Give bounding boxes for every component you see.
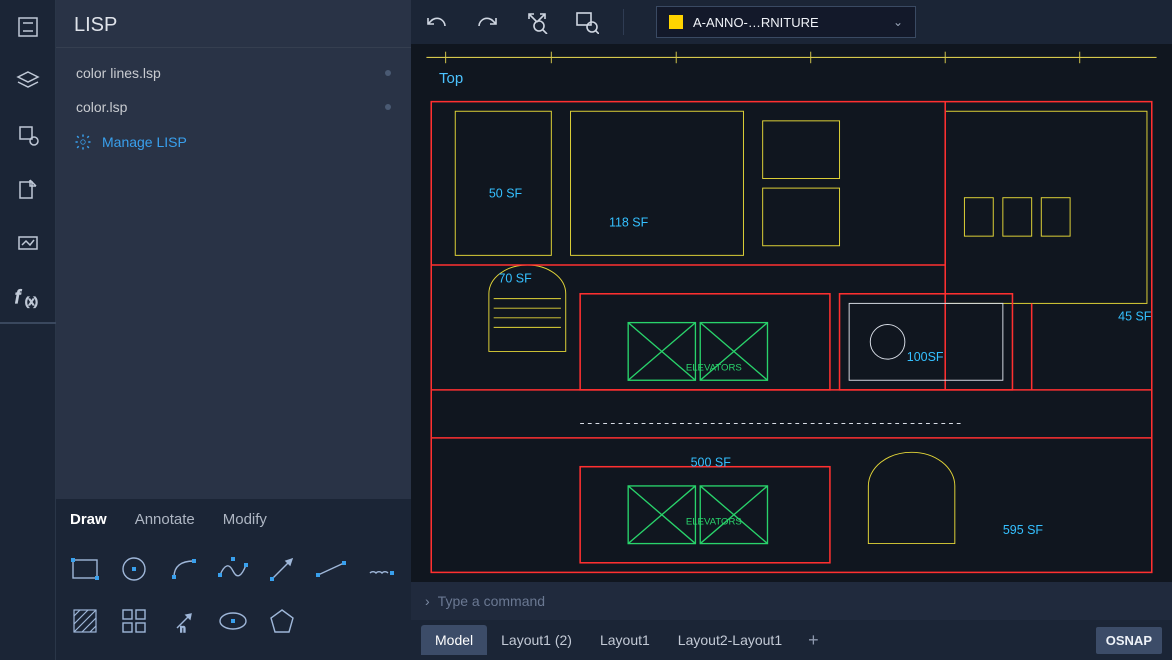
svg-text:118 SF: 118 SF	[609, 216, 649, 230]
manage-lisp-label: Manage LISP	[102, 134, 187, 150]
rail-attach-icon[interactable]	[15, 176, 41, 202]
undo-button[interactable]	[419, 4, 455, 40]
icon-rail: f(x)	[0, 0, 56, 660]
svg-text:595 SF: 595 SF	[1003, 523, 1044, 537]
tool-hatch-icon[interactable]	[70, 606, 100, 636]
svg-text:f: f	[15, 287, 22, 307]
lisp-item[interactable]: color lines.lsp	[56, 56, 411, 90]
prompt-caret-icon: ›	[425, 593, 430, 609]
tab-draw[interactable]: Draw	[70, 511, 107, 528]
tool-ellipse-icon[interactable]	[218, 606, 248, 636]
divider	[623, 9, 624, 35]
redo-button[interactable]	[469, 4, 505, 40]
tool-spline-icon[interactable]	[218, 554, 248, 584]
svg-text:ELEVATORS: ELEVATORS	[686, 363, 742, 374]
chevron-down-icon: ⌄	[893, 15, 903, 29]
tool-revcloud-icon[interactable]	[366, 554, 396, 584]
layer-dropdown[interactable]: A-ANNO-…RNITURE ⌄	[656, 6, 916, 38]
layer-name-label: A-ANNO-…RNITURE	[693, 15, 883, 30]
rail-blocks-icon[interactable]	[15, 122, 41, 148]
layout-tab[interactable]: Layout1 (2)	[487, 625, 586, 655]
tool-array-icon[interactable]	[119, 606, 149, 636]
add-layout-button[interactable]: +	[796, 630, 831, 651]
tab-modify[interactable]: Modify	[223, 511, 267, 528]
tool-rectangle-icon[interactable]	[70, 554, 100, 584]
tool-move-icon[interactable]	[267, 554, 297, 584]
panel-title: LISP	[56, 0, 411, 48]
zoom-window-button[interactable]	[569, 4, 605, 40]
view-label: Top	[439, 70, 463, 87]
osnap-toggle[interactable]: OSNAP	[1096, 627, 1162, 654]
svg-text:500 SF: 500 SF	[691, 456, 732, 470]
status-dot-icon	[385, 104, 391, 110]
palette-tabs: Draw Annotate Modify	[56, 499, 411, 538]
tool-point-icon[interactable]: n	[169, 606, 199, 636]
tool-line-icon[interactable]	[316, 554, 346, 584]
command-input[interactable]	[438, 593, 1158, 609]
top-toolbar: A-ANNO-…RNITURE ⌄	[411, 0, 1172, 44]
rail-layers-icon[interactable]	[15, 68, 41, 94]
tool-circle-icon[interactable]	[119, 554, 149, 584]
manage-lisp-button[interactable]: Manage LISP	[56, 124, 411, 160]
lisp-item-label: color lines.lsp	[76, 65, 161, 81]
tool-polygon-icon[interactable]	[267, 606, 297, 636]
layout-tab[interactable]: Layout2-Layout1	[664, 625, 796, 655]
layout-tabs: Model Layout1 (2) Layout1 Layout2-Layout…	[411, 620, 1172, 660]
layer-swatch-icon	[669, 15, 683, 29]
layout-tab-model[interactable]: Model	[421, 625, 487, 655]
rail-fx-icon[interactable]: f(x)	[15, 284, 41, 310]
tool-palette: Draw Annotate Modify n	[56, 499, 411, 660]
zoom-extents-button[interactable]	[519, 4, 555, 40]
layout-tab[interactable]: Layout1	[586, 625, 664, 655]
command-bar: ›	[411, 582, 1172, 620]
status-dot-icon	[385, 70, 391, 76]
rail-trace-icon[interactable]	[15, 230, 41, 256]
rail-properties-icon[interactable]	[15, 14, 41, 40]
gear-icon	[74, 133, 92, 151]
svg-text:70 SF: 70 SF	[498, 271, 532, 285]
svg-text:n: n	[180, 624, 186, 634]
tab-annotate[interactable]: Annotate	[135, 511, 195, 528]
svg-text:100SF: 100SF	[907, 350, 944, 364]
svg-text:50 SF: 50 SF	[489, 187, 523, 201]
lisp-item[interactable]: color.lsp	[56, 90, 411, 124]
tool-arc-icon[interactable]	[169, 554, 199, 584]
floorplan-svg: 50 SF 118 SF 70 SF 100SF 500 SF 45 SF 59…	[411, 44, 1172, 582]
svg-text:45 SF: 45 SF	[1118, 310, 1152, 324]
lisp-list: color lines.lsp color.lsp Manage LISP	[56, 48, 411, 499]
svg-text:ELEVATORS: ELEVATORS	[686, 516, 742, 527]
drawing-canvas[interactable]: Top	[411, 44, 1172, 582]
svg-text:(x): (x)	[25, 296, 38, 308]
lisp-item-label: color.lsp	[76, 99, 127, 115]
